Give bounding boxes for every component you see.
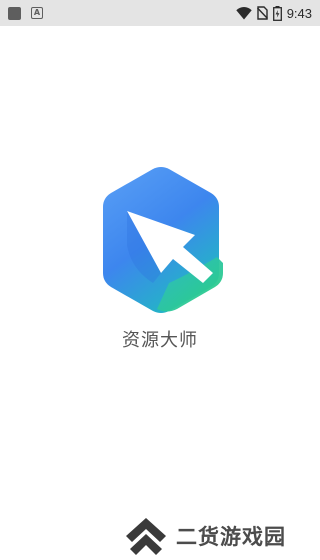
status-time: 9:43 [286,5,312,21]
watermark-logo-icon [126,518,166,555]
status-left: A [8,6,43,20]
watermark-text: 二货游戏园 [176,525,286,549]
app-logo [91,165,231,315]
app-logo-graphic [103,167,223,313]
square-icon [8,6,21,20]
status-right: 9:43 [235,5,312,21]
status-bar: A 9:43 [0,0,320,26]
a-icon: A [31,7,43,19]
app-name: 资源大师 [122,330,198,351]
wifi-icon [235,6,252,19]
splash-screen: A 9:43 资源大师 二货游戏园 [0,0,320,560]
watermark: 二货游戏园 [124,514,286,558]
battery-icon [272,5,282,21]
no-sim-icon [256,6,268,20]
